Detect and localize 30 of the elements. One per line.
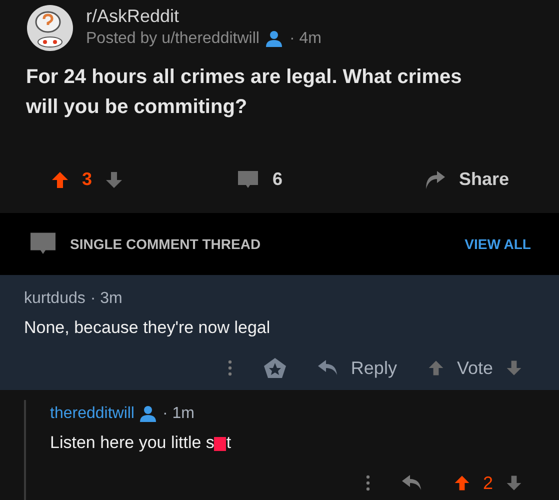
posted-by[interactable]: Posted by u/theredditwill — [86, 27, 260, 51]
comment-body: Listen here you little s t — [50, 432, 232, 454]
comment-author[interactable]: kurtduds — [24, 287, 86, 311]
comment-count: 6 — [272, 168, 282, 191]
post-time: · 4m — [289, 29, 322, 49]
subreddit-name[interactable]: r/AskReddit — [86, 5, 322, 27]
comment-score: 2 — [482, 472, 493, 494]
thread-label: SINGLE COMMENT THREAD — [70, 234, 261, 254]
score: 3 — [82, 168, 92, 191]
comment-body: None, because they're now legal — [24, 317, 272, 339]
upvote-icon[interactable] — [452, 474, 471, 492]
share-button[interactable]: Share — [422, 166, 509, 193]
award-icon[interactable] — [262, 357, 287, 379]
subreddit-avatar-icon — [26, 4, 74, 52]
downvote-icon[interactable] — [505, 474, 523, 492]
comment-time: · 3m — [90, 289, 122, 309]
downvote-icon[interactable] — [505, 359, 523, 377]
comment-author[interactable]: theredditwill — [50, 402, 134, 426]
comment-time: · 1m — [162, 404, 194, 424]
view-all-link[interactable]: VIEW ALL — [464, 234, 531, 254]
reply-button[interactable]: Reply — [316, 354, 397, 382]
downvote-icon[interactable] — [104, 170, 124, 190]
upvote-icon[interactable] — [50, 170, 70, 190]
more-options-icon[interactable] — [226, 359, 233, 377]
post-title: For 24 hours all crimes are legal. What crimes will you be commiting? — [25, 65, 463, 120]
upvote-icon[interactable] — [426, 359, 445, 377]
reply-icon[interactable] — [400, 474, 423, 492]
reply-icon — [316, 359, 339, 377]
vote-label: Vote — [456, 356, 493, 380]
more-options-icon[interactable] — [364, 474, 371, 492]
